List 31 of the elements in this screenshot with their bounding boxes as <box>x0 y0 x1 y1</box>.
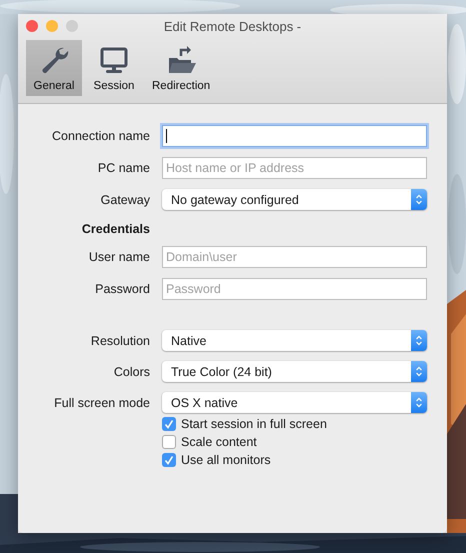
field-label: User name <box>88 250 150 264</box>
popup-button[interactable]: No gateway configured <box>162 189 427 210</box>
up-down-chevron-icon <box>415 396 423 409</box>
field-label: Connection name <box>52 129 150 143</box>
checkbox-label: Scale content <box>181 435 257 449</box>
checkbox[interactable] <box>162 453 176 467</box>
field-label: Resolution <box>90 334 150 348</box>
popup-button[interactable]: True Color (24 bit) <box>162 361 427 382</box>
toolbar-tab[interactable]: Session <box>86 40 142 96</box>
window-title: Edit Remote Desktops - <box>164 18 302 34</box>
close-button[interactable] <box>26 20 38 32</box>
zoom-button[interactable] <box>66 20 78 32</box>
popup-button[interactable]: OS X native <box>162 392 427 413</box>
checkbox-label: Start session in full screen <box>181 417 327 431</box>
field-label: Colors <box>114 364 150 378</box>
toolbar-tab[interactable]: General <box>26 40 82 96</box>
field-label: PC name <box>98 161 150 175</box>
checkbox-label: Use all monitors <box>181 453 271 467</box>
checkbox[interactable] <box>162 435 176 449</box>
up-down-chevron-icon <box>415 193 423 206</box>
field-label: Full screen mode <box>54 396 150 410</box>
checkbox[interactable] <box>162 417 176 431</box>
toolbar-tab[interactable]: Redirection <box>146 40 216 96</box>
field-label: Password <box>95 282 150 296</box>
popup-button[interactable]: Native <box>162 330 427 351</box>
section-heading: Credentials <box>82 222 150 236</box>
minimize-button[interactable] <box>46 20 58 32</box>
up-down-chevron-icon <box>415 334 423 347</box>
input-field[interactable] <box>162 125 427 147</box>
up-down-chevron-icon <box>415 365 423 378</box>
field-label: Gateway <box>100 192 150 206</box>
